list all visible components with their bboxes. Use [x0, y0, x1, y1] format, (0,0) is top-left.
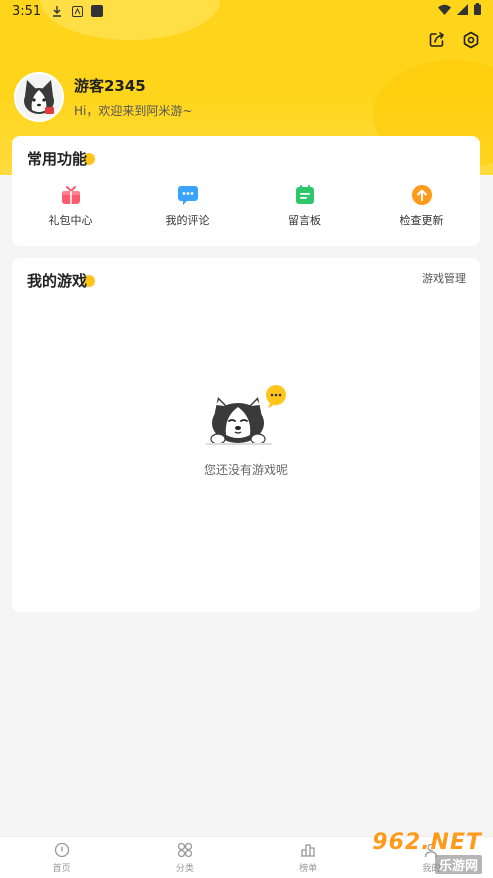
signal-icon — [457, 3, 468, 19]
function-label: 留言板 — [288, 214, 321, 227]
husky-empty-illustration-icon — [206, 385, 286, 445]
status-time: 3:51 — [12, 3, 42, 19]
function-label: 检查更新 — [399, 214, 444, 227]
update-icon — [411, 184, 433, 206]
function-label: 礼包中心 — [48, 214, 93, 227]
share-icon — [429, 32, 444, 47]
status-right — [438, 3, 481, 19]
game-management-link[interactable]: 游戏管理 — [422, 270, 466, 286]
my-games-card: 我的游戏 游戏管理 您还没有游戏呢 — [12, 258, 480, 612]
category-icon — [176, 841, 194, 859]
ranking-icon — [299, 841, 317, 859]
empty-message: 您还没有游戏呢 — [203, 463, 288, 477]
my-games-title: 我的游戏 — [27, 272, 88, 290]
tab-ranking[interactable]: 榜单 — [247, 837, 370, 878]
avatar[interactable] — [14, 72, 64, 122]
function-item-message-board[interactable]: 留言板 — [246, 184, 363, 228]
tab-label: 分类 — [175, 864, 194, 874]
tab-label: 榜单 — [299, 864, 318, 874]
battery-icon — [474, 3, 481, 19]
status-bar: 3:51 — [0, 0, 493, 22]
wifi-icon — [438, 4, 451, 19]
gift-icon — [60, 184, 82, 206]
section-title: 常用功能 — [27, 148, 96, 169]
app-notification-icon — [91, 5, 104, 17]
function-grid: 礼包中心 我的评论 留言板 检查更新 — [12, 184, 480, 228]
function-item-my-comments[interactable]: 我的评论 — [129, 184, 246, 228]
message-board-icon — [294, 184, 316, 206]
common-functions-card: 常用功能 礼包中心 我的评论 留言板 检查更新 — [12, 136, 480, 246]
function-label: 我的评论 — [165, 214, 210, 227]
empty-state: 您还没有游戏呢 — [12, 383, 480, 478]
greeting-text: Hi，欢迎来到阿米游~ — [74, 104, 193, 118]
watermark-text: 乐游网 — [434, 855, 482, 874]
settings-icon — [463, 31, 479, 49]
user-profile[interactable]: 游客2345 Hi，欢迎来到阿米游~ — [14, 72, 192, 122]
app-notification-icon — [71, 5, 83, 17]
husky-avatar-icon — [16, 74, 62, 120]
section-title: 我的游戏 — [27, 270, 96, 291]
tab-category[interactable]: 分类 — [123, 837, 246, 878]
comment-icon — [177, 184, 199, 206]
home-icon — [53, 841, 71, 859]
username: 游客2345 — [74, 77, 146, 95]
download-icon — [51, 5, 63, 17]
function-item-gift-center[interactable]: 礼包中心 — [12, 184, 129, 228]
settings-button[interactable] — [461, 30, 481, 50]
site-watermark: 962.NET 乐游网 — [354, 830, 488, 874]
common-functions-title: 常用功能 — [27, 150, 88, 168]
share-button[interactable] — [427, 30, 447, 50]
function-item-check-update[interactable]: 检查更新 — [363, 184, 480, 228]
tab-home[interactable]: 首页 — [0, 837, 123, 878]
tab-label: 首页 — [52, 864, 71, 874]
top-actions — [427, 30, 481, 50]
watermark-logo: 962.NET — [372, 830, 482, 855]
